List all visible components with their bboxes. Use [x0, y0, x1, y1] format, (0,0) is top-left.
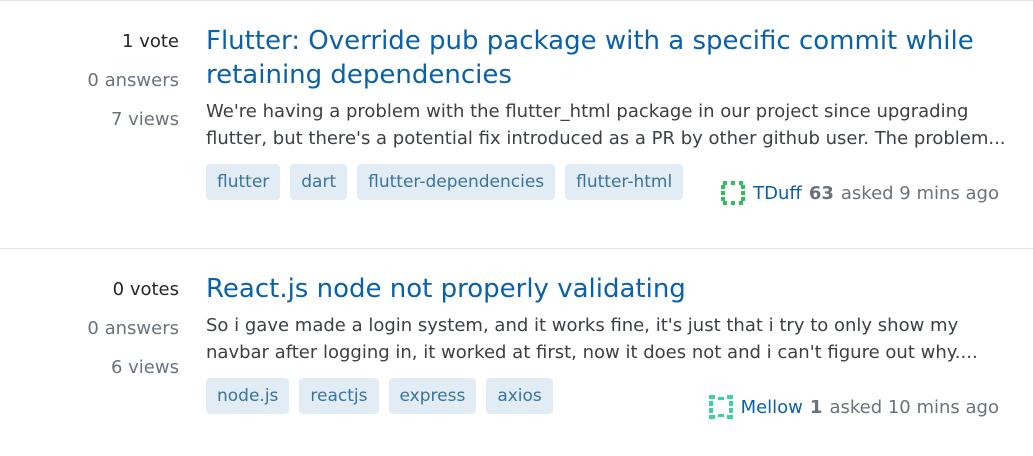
view-count: 6 views — [110, 357, 179, 378]
answer-count: 0 answers — [87, 70, 179, 91]
question-list: 1 vote 0 answers 7 views Flutter: Overri… — [0, 0, 1033, 456]
asked-time[interactable]: asked 9 mins ago — [841, 183, 999, 204]
tag-reactjs[interactable]: reactjs — [299, 378, 379, 414]
user-card: TDuff 63 asked 9 mins ago — [721, 181, 999, 205]
question-summary: 0 votes 0 answers 6 views React.js node … — [0, 250, 1033, 456]
question-summary: 1 vote 0 answers 7 views Flutter: Overri… — [0, 1, 1033, 249]
tag-nodejs[interactable]: node.js — [206, 378, 290, 414]
question-stats: 1 vote 0 answers 7 views — [0, 32, 179, 149]
question-excerpt: So i gave made a login system, and it wo… — [206, 315, 978, 363]
avatar-icon[interactable] — [708, 395, 733, 419]
tag-flutter-html[interactable]: flutter-html — [565, 164, 684, 200]
vote-count: 0 votes — [112, 279, 179, 300]
avatar-icon[interactable] — [721, 181, 746, 205]
asked-time[interactable]: asked 10 mins ago — [829, 397, 999, 418]
tag-list: flutter dart flutter-dependencies flutte… — [206, 164, 684, 200]
view-count: 7 views — [110, 109, 179, 130]
user-card: Mellow 1 asked 10 mins ago — [708, 395, 999, 419]
user-name-link[interactable]: Mellow — [741, 397, 803, 418]
question-title-link[interactable]: Flutter: Override pub package with a spe… — [206, 24, 1006, 92]
user-reputation: 1 — [809, 396, 823, 418]
question-excerpt: We're having a problem with the flutter_… — [206, 101, 1006, 149]
question-stats: 0 votes 0 answers 6 views — [0, 280, 179, 397]
vote-count: 1 vote — [122, 31, 179, 52]
user-name-link[interactable]: TDuff — [753, 183, 802, 204]
tag-flutter[interactable]: flutter — [206, 164, 281, 200]
answer-count: 0 answers — [87, 318, 179, 339]
tag-dart[interactable]: dart — [290, 164, 348, 200]
tag-express[interactable]: express — [388, 378, 477, 414]
tag-flutter-dependencies[interactable]: flutter-dependencies — [357, 164, 556, 200]
tag-list: node.js reactjs express axios — [206, 378, 553, 414]
question-title-link[interactable]: React.js node not properly validating — [206, 272, 1006, 306]
tag-axios[interactable]: axios — [486, 378, 553, 414]
user-reputation: 63 — [808, 182, 834, 204]
